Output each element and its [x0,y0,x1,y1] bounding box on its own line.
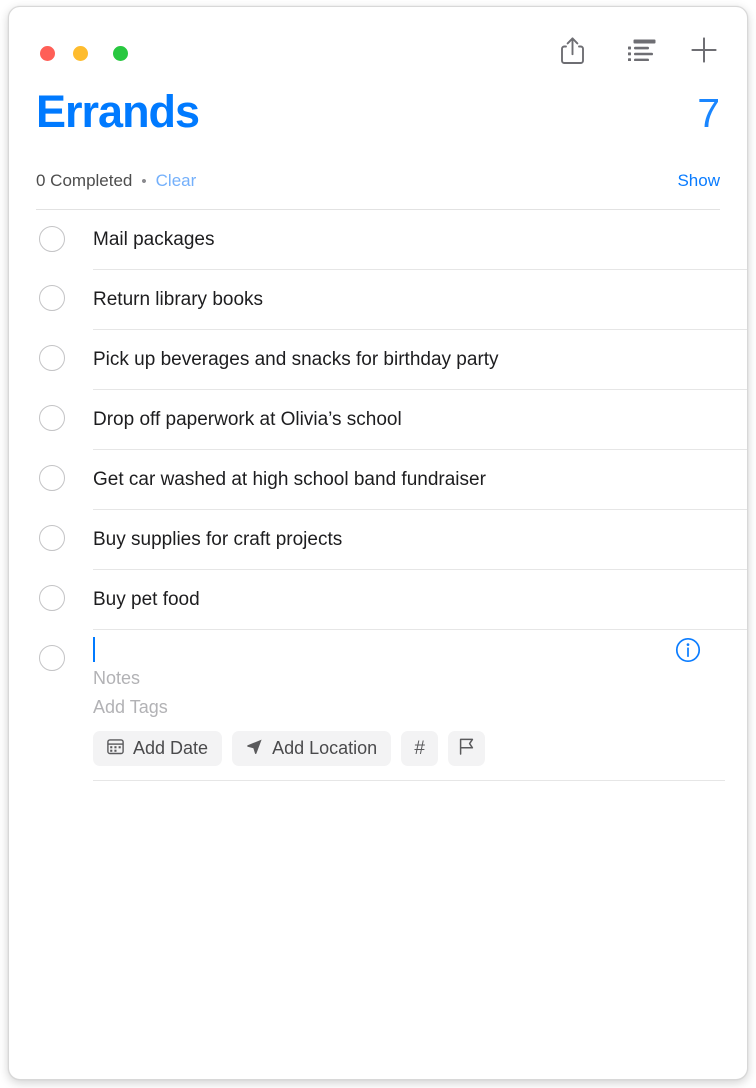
tags-placeholder[interactable]: Add Tags [93,693,725,722]
reminder-checkbox[interactable] [39,405,65,431]
new-reminder-divider [93,780,725,781]
close-button[interactable] [40,46,55,61]
share-button[interactable] [555,33,589,67]
page-title: Errands [36,86,200,137]
info-button[interactable] [675,637,701,663]
info-circle-icon [675,637,701,667]
add-flag-button[interactable] [448,731,486,766]
status-row: 0 Completed • Clear Show [36,153,720,209]
add-reminder-button[interactable] [687,33,721,67]
reminder-count: 7 [697,90,720,136]
plus-icon [690,36,718,64]
reminder-checkbox[interactable] [39,465,65,491]
reminder-body: Get car washed at high school band fundr… [93,449,747,509]
notes-placeholder[interactable]: Notes [93,664,725,693]
reminders-list: Mail packages Return library books Pick … [9,210,747,781]
new-reminder-row[interactable]: Notes Add Tags Add Date Add Location # [9,629,747,780]
reminder-row[interactable]: Buy supplies for craft projects [9,509,747,569]
calendar-icon [107,738,124,759]
reminder-row[interactable]: Buy pet food [9,569,747,629]
clear-completed-link[interactable]: Clear [156,171,197,191]
window-titlebar [9,7,747,89]
minimize-button[interactable] [73,46,88,61]
reminder-row[interactable]: Get car washed at high school band fundr… [9,449,747,509]
reminder-checkbox[interactable] [39,525,65,551]
quick-action-bar: Add Date Add Location # [93,731,725,766]
reminder-row[interactable]: Pick up beverages and snacks for birthda… [9,329,747,389]
reminder-body: Buy supplies for craft projects [93,509,747,569]
reminder-title: Drop off paperwork at Olivia’s school [93,409,402,430]
reminder-row[interactable]: Return library books [9,269,747,329]
reminder-checkbox[interactable] [39,585,65,611]
completed-count: 0 Completed [36,171,133,190]
new-reminder-checkbox[interactable] [39,645,65,671]
share-icon [560,36,584,64]
zoom-button[interactable] [113,46,128,61]
reminder-row[interactable]: Drop off paperwork at Olivia’s school [9,389,747,449]
reminder-row[interactable]: Mail packages [9,210,747,269]
flag-icon [459,738,474,759]
title-row: Errands 7 [36,89,720,153]
add-date-button[interactable]: Add Date [93,731,223,766]
reminder-title: Pick up beverages and snacks for birthda… [93,349,499,370]
hash-icon: # [414,738,425,759]
list-view-button[interactable] [625,33,659,67]
text-cursor [93,636,95,662]
add-location-label: Add Location [272,738,378,758]
completed-group: 0 Completed • Clear [36,171,196,191]
reminder-body: Drop off paperwork at Olivia’s school [93,389,747,449]
reminder-body: Pick up beverages and snacks for birthda… [93,329,747,389]
reminder-title: Return library books [93,289,264,310]
reminder-title: Mail packages [93,229,215,250]
reminder-checkbox[interactable] [39,345,65,371]
reminder-body: Buy pet food [93,569,747,629]
show-completed-link[interactable]: Show [677,171,720,191]
reminders-window: Errands 7 0 Completed • Clear Show Mail … [8,6,748,1080]
reminder-title: Get car washed at high school band fundr… [93,469,486,490]
reminder-checkbox[interactable] [39,226,65,252]
list-view-icon [628,39,656,61]
reminder-title: Buy pet food [93,589,200,610]
add-tag-button[interactable]: # [401,731,439,766]
add-location-button[interactable]: Add Location [232,731,392,766]
reminder-checkbox[interactable] [39,285,65,311]
separator-dot: • [141,172,147,190]
reminder-body: Return library books [93,269,747,329]
reminder-body: Mail packages [93,210,747,269]
location-arrow-icon [246,738,263,759]
list-header: Errands 7 0 Completed • Clear Show [9,89,747,209]
add-date-label: Add Date [133,738,209,758]
new-reminder-body: Notes Add Tags Add Date Add Location # [93,629,747,780]
reminder-title: Buy supplies for craft projects [93,529,343,550]
new-reminder-title-line[interactable] [93,630,725,664]
